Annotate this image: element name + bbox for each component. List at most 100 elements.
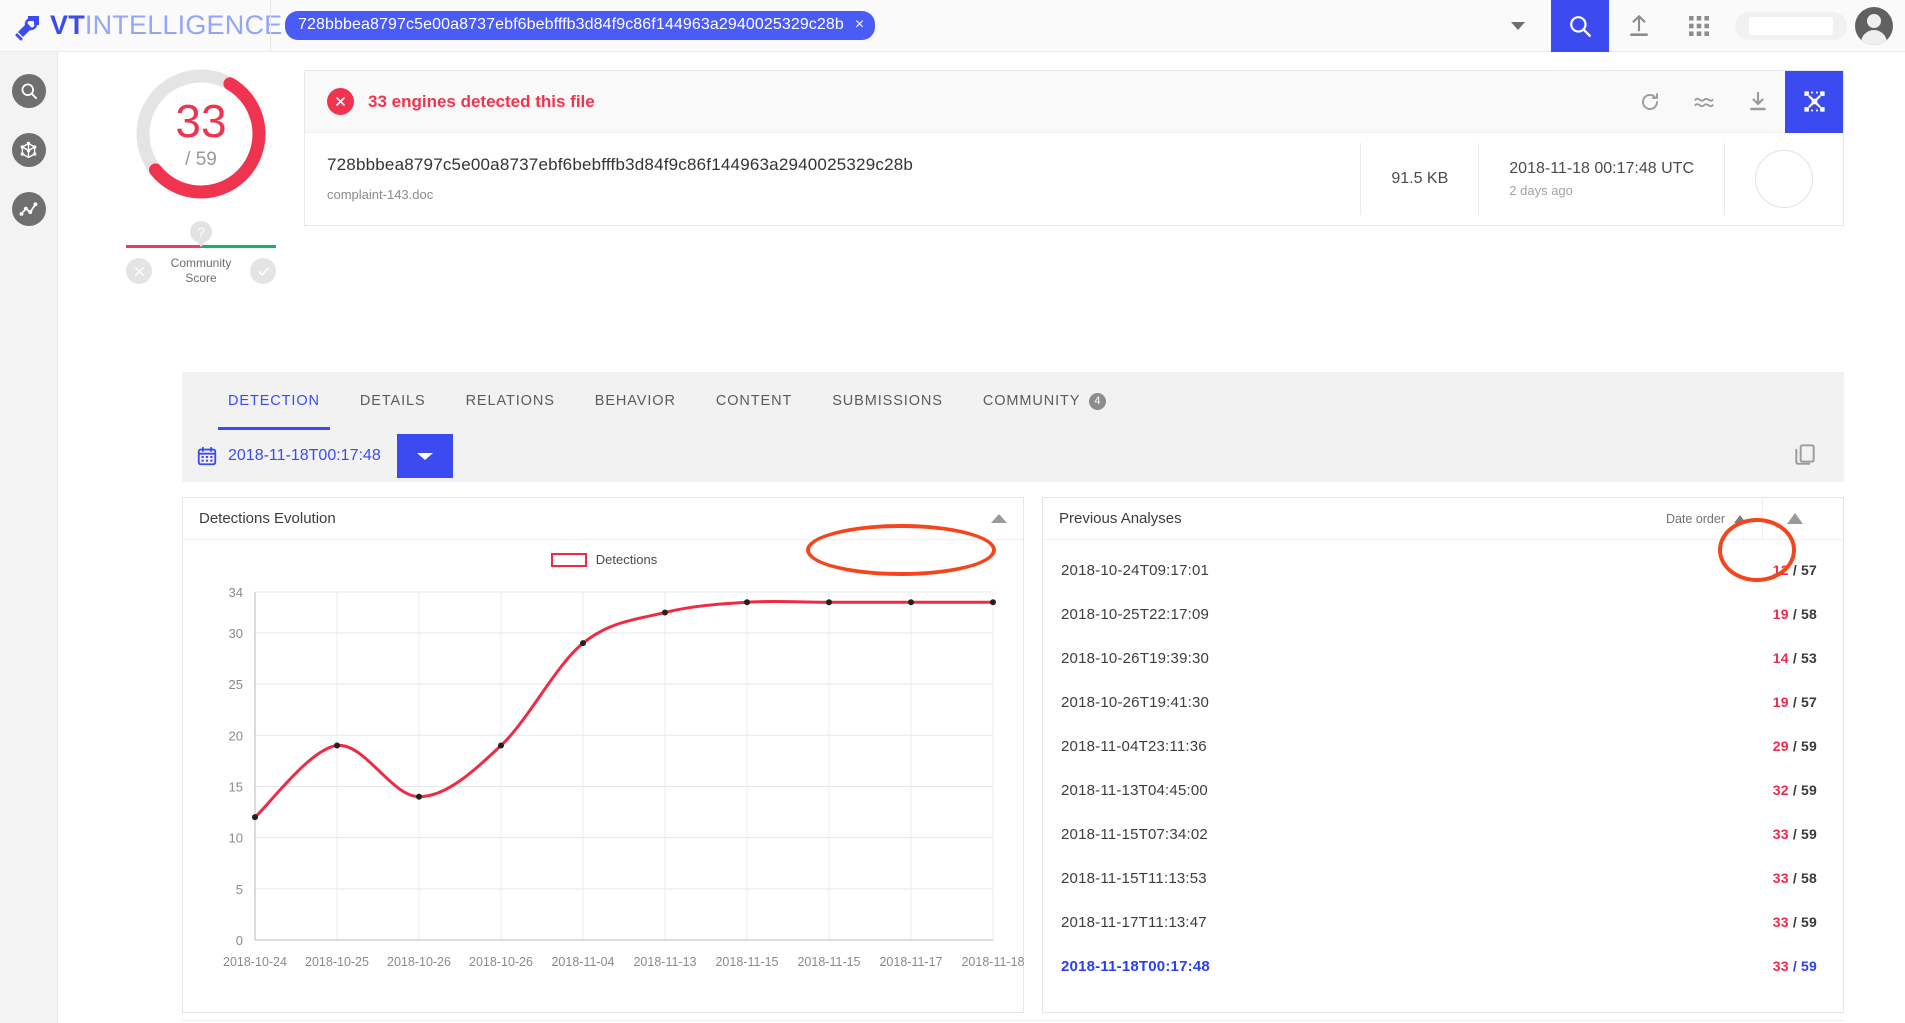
community-label-line1: Community xyxy=(170,256,232,270)
apps-button[interactable] xyxy=(1669,0,1729,52)
analysis-date: 2018-10-25T22:17:09 xyxy=(1061,605,1210,623)
left-rail xyxy=(0,52,58,1023)
avatar[interactable] xyxy=(1855,6,1893,45)
main-content: 33 / 59 ? Community Score 33 engines det… xyxy=(58,52,1905,1023)
svg-text:2018-11-17: 2018-11-17 xyxy=(879,955,942,969)
tab-label: CONTENT xyxy=(715,393,793,409)
engine-total: / 58 xyxy=(1788,606,1817,622)
tab-label: SUBMISSIONS xyxy=(832,393,943,409)
previous-analysis-row[interactable]: 2018-11-17T11:13:47 33 / 59 xyxy=(1043,900,1843,944)
svg-text:5: 5 xyxy=(236,882,243,897)
search-zone: 728bbbea8797c5e00a8737ebf6bebfffb3d84f9c… xyxy=(271,0,1551,52)
analysis-date: 2018-11-17T11:13:47 xyxy=(1061,913,1207,931)
detected-count: 33 xyxy=(1772,958,1789,974)
tab-submissions[interactable]: SUBMISSIONS xyxy=(812,372,963,430)
previous-analysis-row[interactable]: 2018-11-15T11:13:53 33 / 58 xyxy=(1043,856,1843,900)
download-button[interactable] xyxy=(1731,71,1785,133)
analysis-score: 19 / 58 xyxy=(1773,606,1817,622)
previous-analysis-row[interactable]: 2018-11-04T23:11:36 29 / 59 xyxy=(1043,724,1843,768)
graph-cube-icon xyxy=(20,141,37,158)
date-order-label[interactable]: Date order xyxy=(1666,512,1725,526)
previous-analysis-row[interactable]: 2018-10-26T19:39:30 14 / 53 xyxy=(1043,636,1843,680)
analysis-date: 2018-11-18T00:17:48 xyxy=(1061,957,1210,975)
svg-text:2018-11-15: 2018-11-15 xyxy=(797,955,860,969)
file-meta: 91.5 KB 2018-11-18 00:17:48 UTC 2 days a… xyxy=(1360,133,1843,225)
community-positive-icon[interactable] xyxy=(250,258,276,284)
previous-analysis-row[interactable]: 2018-11-13T04:45:00 32 / 59 xyxy=(1043,768,1843,812)
detected-count: 19 xyxy=(1772,606,1789,622)
check-icon xyxy=(257,267,269,276)
sort-ascending-icon[interactable] xyxy=(1734,514,1746,523)
user-name-pill[interactable] xyxy=(1735,11,1847,40)
avatar-body xyxy=(1861,29,1887,45)
rail-item-chart[interactable] xyxy=(11,192,46,226)
logo[interactable]: VTINTELLIGENCE xyxy=(0,10,319,41)
collapse-icon[interactable] xyxy=(1787,513,1803,524)
analysis-date-selector[interactable]: 2018-11-18T00:17:48 xyxy=(182,430,381,482)
engine-total: / 58 xyxy=(1788,870,1817,886)
calendar-icon xyxy=(197,446,217,466)
tab-content[interactable]: CONTENT xyxy=(696,372,812,430)
rail-item-search[interactable] xyxy=(11,74,46,108)
svg-text:20: 20 xyxy=(229,728,243,743)
node-chart-icon xyxy=(19,201,38,216)
logo-vt: VT xyxy=(50,10,85,40)
detected-count: 14 xyxy=(1772,650,1789,666)
tab-detection[interactable]: DETECTION xyxy=(208,372,340,430)
search-button[interactable] xyxy=(1551,0,1609,52)
analysis-date: 2018-11-15T11:13:53 xyxy=(1061,869,1207,887)
previous-analysis-row[interactable]: 2018-11-15T07:34:02 33 / 59 xyxy=(1043,812,1843,856)
detected-count: 33 xyxy=(1772,826,1789,842)
previous-analysis-row[interactable]: 2018-10-24T09:17:01 12 / 57 xyxy=(1043,548,1843,592)
engine-total: / 59 xyxy=(1788,914,1817,930)
chevron-down-icon[interactable] xyxy=(1511,21,1525,30)
tab-community[interactable]: COMMUNITY 4 xyxy=(963,372,1127,430)
approx-icon xyxy=(1694,97,1714,107)
previous-analyses-panel: Previous Analyses Date order 2018-10-24T… xyxy=(1042,497,1844,1013)
search-icon xyxy=(1570,15,1591,37)
tab-relations[interactable]: RELATIONS xyxy=(446,372,575,430)
detected-count: 19 xyxy=(1772,694,1789,710)
similar-button[interactable] xyxy=(1677,71,1731,133)
tab-details[interactable]: DETAILS xyxy=(340,372,446,430)
rail-item-graph[interactable] xyxy=(11,133,46,167)
analysis-date: 2018-10-24T09:17:01 xyxy=(1061,561,1210,579)
file-size-cell: 91.5 KB xyxy=(1360,143,1478,215)
collapse-icon[interactable] xyxy=(991,514,1007,523)
file-name: complaint-143.doc xyxy=(327,187,434,202)
svg-text:2018-11-15: 2018-11-15 xyxy=(715,955,778,969)
tab-behavior[interactable]: BEHAVIOR xyxy=(575,372,696,430)
upload-button[interactable] xyxy=(1609,0,1669,52)
legend-swatch xyxy=(550,552,587,567)
tab-bar: DETECTION DETAILS RELATIONS BEHAVIOR CON… xyxy=(182,372,1844,430)
tab-label: DETECTION xyxy=(228,393,320,409)
graph-button[interactable] xyxy=(1785,70,1843,133)
analysis-score: 33 / 59 xyxy=(1773,826,1817,842)
analysis-score: 12 / 57 xyxy=(1773,562,1817,578)
previous-analysis-row[interactable]: 2018-10-26T19:41:30 19 / 57 xyxy=(1043,680,1843,724)
reanalyze-button[interactable] xyxy=(1623,71,1677,133)
analysis-score: 19 / 57 xyxy=(1773,694,1817,710)
logo-text: VTINTELLIGENCE xyxy=(50,10,282,41)
search-input[interactable]: 728bbbea8797c5e00a8737ebf6bebfffb3d84f9c… xyxy=(285,11,876,40)
svg-text:34: 34 xyxy=(229,585,243,600)
engine-total: / 57 xyxy=(1788,694,1817,710)
help-icon[interactable]: ? xyxy=(190,221,212,247)
redacted-text xyxy=(1749,16,1833,35)
file-size: 91.5 KB xyxy=(1391,170,1449,187)
previous-analysis-row[interactable]: 2018-11-18T00:17:48 33 / 59 xyxy=(1043,944,1843,988)
copy-button[interactable] xyxy=(1792,441,1818,472)
close-icon[interactable]: × xyxy=(855,16,864,34)
svg-text:2018-11-18: 2018-11-18 xyxy=(961,955,1024,969)
analysis-date-dropdown[interactable] xyxy=(396,434,453,478)
community-negative-bar xyxy=(126,245,201,248)
previous-analyses-title: Previous Analyses xyxy=(1059,510,1182,527)
previous-analysis-row[interactable]: 2018-10-25T22:17:09 19 / 58 xyxy=(1043,592,1843,636)
analysis-score: 33 / 59 xyxy=(1773,958,1817,974)
analysis-date: 2018-10-26T19:39:30 xyxy=(1061,649,1210,667)
file-type-cell xyxy=(1724,143,1843,215)
community-negative-icon[interactable] xyxy=(126,258,152,284)
legend-label: Detections xyxy=(595,552,658,567)
engine-total: / 59 xyxy=(1788,738,1817,754)
detection-count: 33 xyxy=(175,94,227,147)
